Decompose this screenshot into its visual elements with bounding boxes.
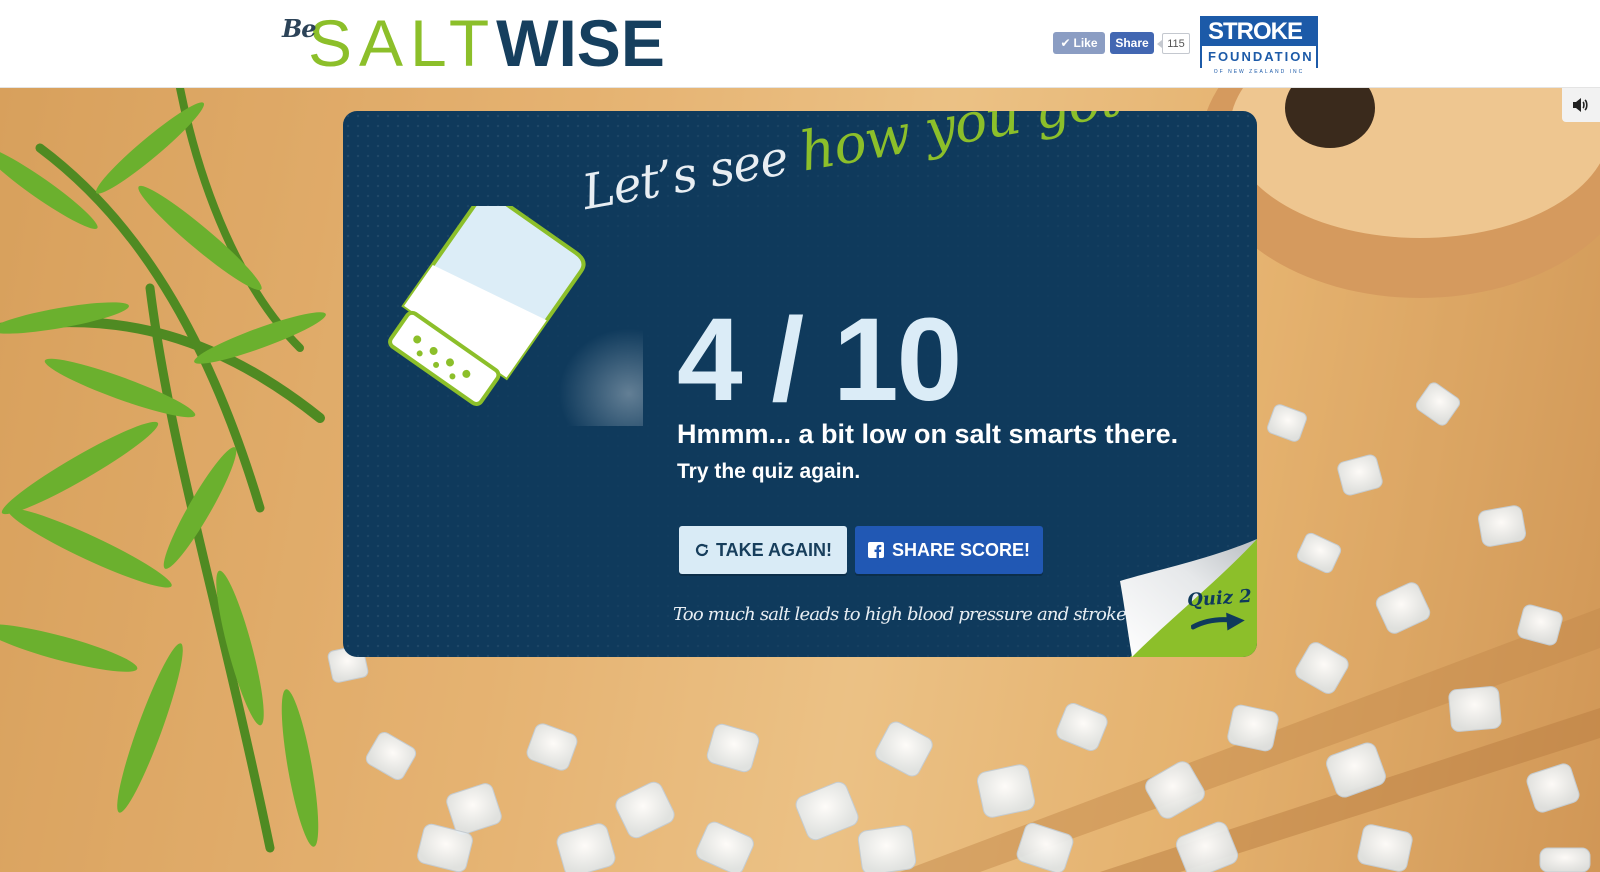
facebook-icon [867,542,884,558]
stroke-logo-line1: STROKE [1208,18,1303,45]
salt-shaker-icon [388,206,643,426]
speaker-icon [1573,98,1588,112]
quiz-result-card: Let’s see how you got on... 4 / 10 Hmmm.… [343,111,1257,657]
logo-wise: WISE [496,6,665,80]
next-quiz-label: Quiz 2 [1186,585,1253,612]
result-submessage: Try the quiz again. [677,460,861,483]
share-score-button[interactable]: SHARE SCORE! [855,526,1043,574]
stroke-foundation-logo[interactable]: STROKE FOUNDATION OF NEW ZEALAND INC [1200,16,1318,75]
facebook-share-button[interactable]: Share [1110,32,1154,54]
thumbs-up-icon: ✔ [1060,36,1071,50]
health-tagline: Too much salt leads to high blood pressu… [673,604,1127,625]
share-label: Share [1115,36,1149,50]
next-quiz-link[interactable]: Quiz 2 [1187,586,1255,635]
logo-salt: SALT [308,6,497,80]
site-header: Be SALT WISE ✔ Like Share 115 STROKE FOU… [0,0,1600,88]
take-again-button[interactable]: TAKE AGAIN! [679,526,847,574]
facebook-like-button[interactable]: ✔ Like [1053,32,1105,54]
like-label: Like [1073,36,1098,50]
arrow-right-icon [1190,612,1245,631]
logo-be: Be [282,14,317,43]
besaltwise-logo[interactable]: Be SALT WISE [282,10,665,76]
stroke-logo-line2: FOUNDATION [1202,46,1316,68]
sound-toggle-button[interactable] [1562,88,1600,122]
stroke-logo-line3: OF NEW ZEALAND INC [1213,69,1305,75]
share-score-label: SHARE SCORE! [891,539,1030,560]
like-count: 115 [1157,33,1190,54]
result-message: Hmmm... a bit low on salt smarts there. [677,419,1179,449]
take-again-label: TAKE AGAIN! [716,539,832,560]
refresh-icon [695,543,709,557]
quiz-score: 4 / 10 [677,294,962,426]
